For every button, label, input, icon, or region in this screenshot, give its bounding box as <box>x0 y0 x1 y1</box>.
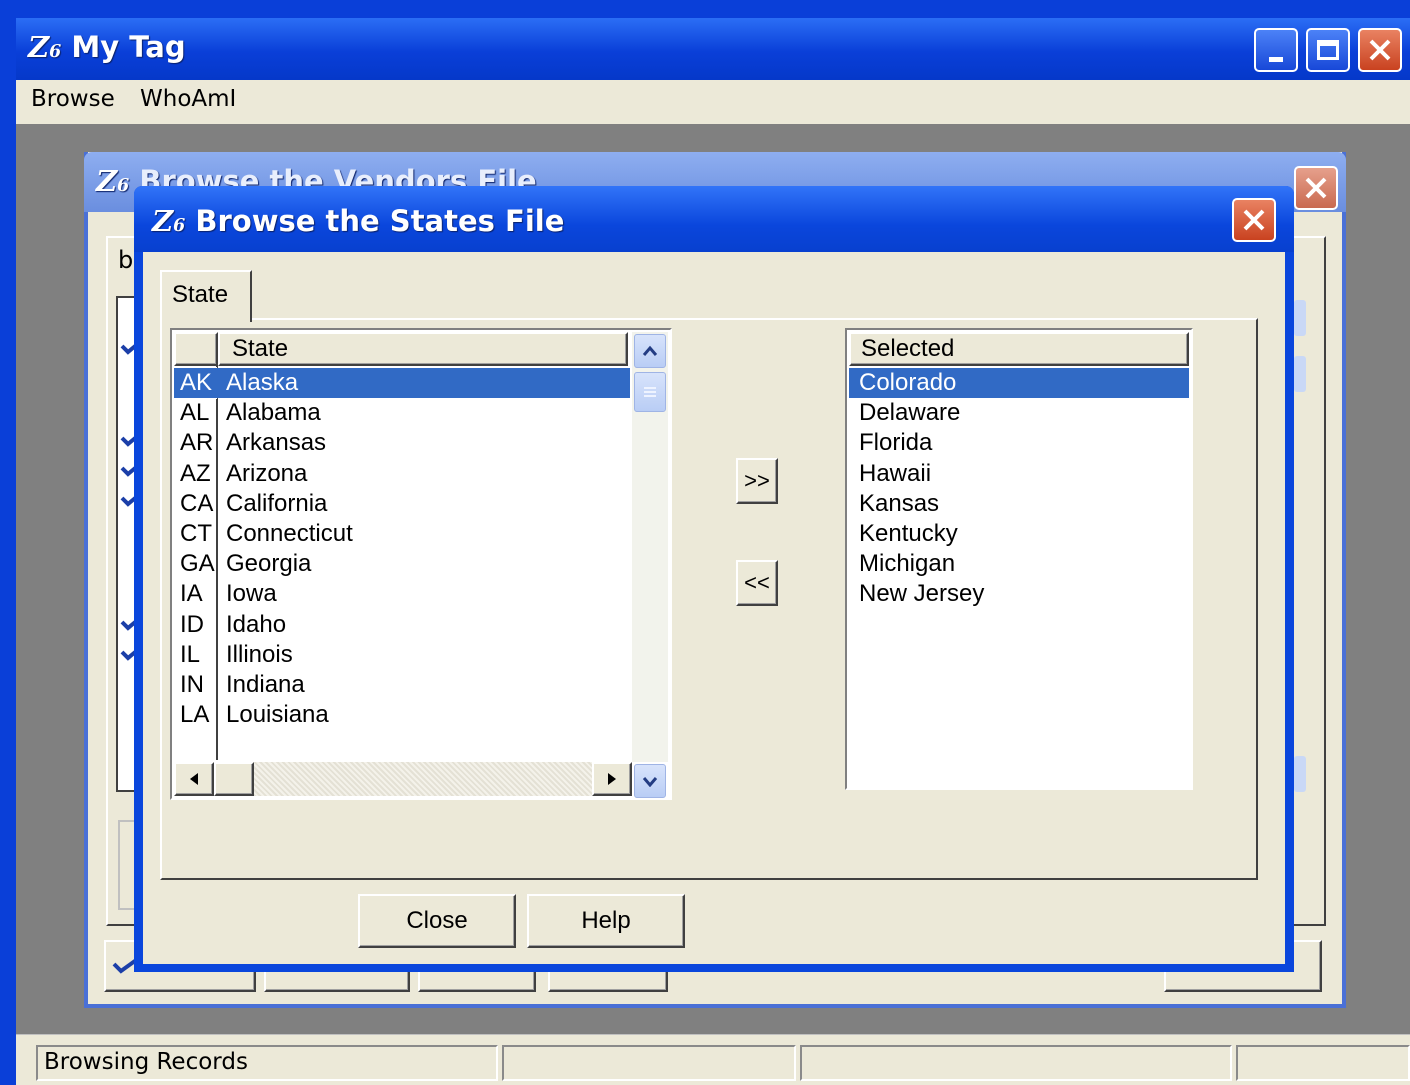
state-name: Arkansas <box>226 429 327 457</box>
list-item[interactable]: CA California <box>174 489 630 519</box>
vertical-scrollbar[interactable] <box>632 332 668 798</box>
state-column-header[interactable]: State <box>218 332 628 366</box>
close-icon <box>1305 177 1327 199</box>
horizontal-scrollbar[interactable] <box>174 762 632 796</box>
states-dialog-title-bar[interactable]: Z6 Browse the States File <box>134 186 1294 252</box>
vendors-close-button[interactable] <box>1294 166 1338 210</box>
status-panel-2 <box>502 1045 796 1081</box>
available-rows: AK Alaska AL Alabama AR Arkansas AZ Arizona CA Ca… <box>173 367 631 760</box>
state-name: Connecticut <box>226 520 353 547</box>
arrow-right-icon <box>608 773 616 785</box>
close-icon <box>1243 209 1265 231</box>
grip-icon <box>644 387 656 397</box>
state-code: IA <box>180 580 203 608</box>
state-name: Idaho <box>226 610 287 638</box>
list-item[interactable]: Michigan <box>849 549 1189 579</box>
selected-rows: Colorado Delaware Florida Hawaii Kansas Kentu… <box>849 368 1189 788</box>
list-item[interactable]: New Jersey <box>849 579 1189 609</box>
state-code: ID <box>180 610 204 638</box>
tab-state[interactable]: State <box>160 270 252 322</box>
state-name: Louisiana <box>226 701 329 729</box>
state-code: GA <box>180 550 215 578</box>
state-code: LA <box>180 701 210 729</box>
vendors-scroll-fragment <box>1294 756 1306 792</box>
state-name: Iowa <box>226 580 277 608</box>
list-item[interactable]: IN Indiana <box>174 670 630 700</box>
vendors-scroll-fragment <box>1294 356 1306 392</box>
status-panel-3 <box>800 1045 1232 1081</box>
state-name: Georgia <box>226 550 312 578</box>
add-selected-button[interactable]: >> <box>736 458 778 504</box>
status-bar: Browsing Records <box>16 1034 1410 1085</box>
state-code: AZ <box>180 459 211 487</box>
list-item[interactable]: IL Illinois <box>174 640 630 670</box>
menu-browse[interactable]: Browse <box>31 86 115 112</box>
maximize-icon <box>1317 40 1339 60</box>
list-item[interactable]: CT Connecticut <box>174 519 630 549</box>
state-name: Arizona <box>226 459 308 487</box>
selected-column-header[interactable]: Selected <box>849 332 1189 366</box>
list-item[interactable]: GA Georgia <box>174 549 630 579</box>
state-code: IN <box>180 671 204 698</box>
code-column-header[interactable] <box>174 332 218 366</box>
list-item[interactable]: Kentucky <box>849 519 1189 549</box>
help-button[interactable]: Help <box>527 894 685 948</box>
state-code: AR <box>180 429 214 457</box>
menu-bar: Browse WhoAmI <box>16 80 1410 124</box>
list-item[interactable]: Colorado <box>849 368 1189 398</box>
list-item[interactable]: AR Arkansas <box>174 428 630 458</box>
state-code: CT <box>180 520 212 547</box>
state-code: CA <box>180 489 214 517</box>
app-logo-icon: Z6 <box>152 204 186 238</box>
app-logo-icon: Z6 <box>28 30 62 64</box>
state-name: California <box>226 489 328 517</box>
main-title-bar[interactable]: Z6 My Tag <box>16 18 1410 80</box>
arrow-left-icon <box>190 773 198 785</box>
scroll-left-button[interactable] <box>174 762 214 796</box>
list-item[interactable]: Delaware <box>849 398 1189 428</box>
state-code: AK <box>180 369 213 396</box>
list-item[interactable]: LA Louisiana <box>174 700 630 730</box>
chevron-up-icon <box>642 345 658 356</box>
scroll-up-button[interactable] <box>634 334 666 368</box>
list-item[interactable]: Kansas <box>849 489 1189 519</box>
close-button[interactable]: Close <box>358 894 516 948</box>
list-item[interactable]: Hawaii <box>849 459 1189 489</box>
app-logo-icon: Z6 <box>96 164 130 198</box>
list-item[interactable]: AZ Arizona <box>174 459 630 489</box>
minimize-button[interactable] <box>1254 28 1298 72</box>
list-item[interactable]: AK Alaska <box>173 367 631 399</box>
chevron-down-icon <box>642 777 658 787</box>
close-window-button[interactable] <box>1358 28 1402 72</box>
menu-whoami[interactable]: WhoAmI <box>140 86 236 112</box>
status-panel-1: Browsing Records <box>36 1045 498 1081</box>
states-dialog-title: Browse the States File <box>195 204 565 238</box>
list-item[interactable]: Florida <box>849 428 1189 458</box>
horizontal-scroll-thumb[interactable] <box>214 762 254 796</box>
app-title: My Tag <box>71 30 186 64</box>
status-panel-4 <box>1236 1045 1410 1081</box>
close-icon <box>1369 39 1391 61</box>
state-name: Illinois <box>226 640 293 668</box>
state-name: Alabama <box>226 399 321 427</box>
list-item[interactable]: AL Alabama <box>174 398 630 428</box>
list-item[interactable]: ID Idaho <box>174 610 630 640</box>
scroll-thumb[interactable] <box>634 372 666 412</box>
maximize-button[interactable] <box>1306 28 1350 72</box>
remove-selected-button[interactable]: << <box>736 560 778 606</box>
state-code: IL <box>180 640 201 668</box>
minimize-icon <box>1269 56 1283 62</box>
vendors-tab-fragment: b <box>118 246 134 274</box>
state-name: Indiana <box>226 671 305 698</box>
scroll-down-button[interactable] <box>634 764 666 798</box>
list-item[interactable]: IA Iowa <box>174 579 630 609</box>
selected-states-list[interactable]: Selected Colorado Delaware Florida Hawaii Ka… <box>845 328 1193 790</box>
states-dialog-close-button[interactable] <box>1232 198 1276 242</box>
available-states-list[interactable]: State AK Alaska AL Alabama AR Arkansas AZ Arizo… <box>170 328 672 800</box>
vendors-scroll-fragment <box>1294 300 1306 336</box>
state-code: AL <box>180 399 210 427</box>
state-name: Alaska <box>226 369 299 396</box>
scroll-right-button[interactable] <box>592 762 632 796</box>
